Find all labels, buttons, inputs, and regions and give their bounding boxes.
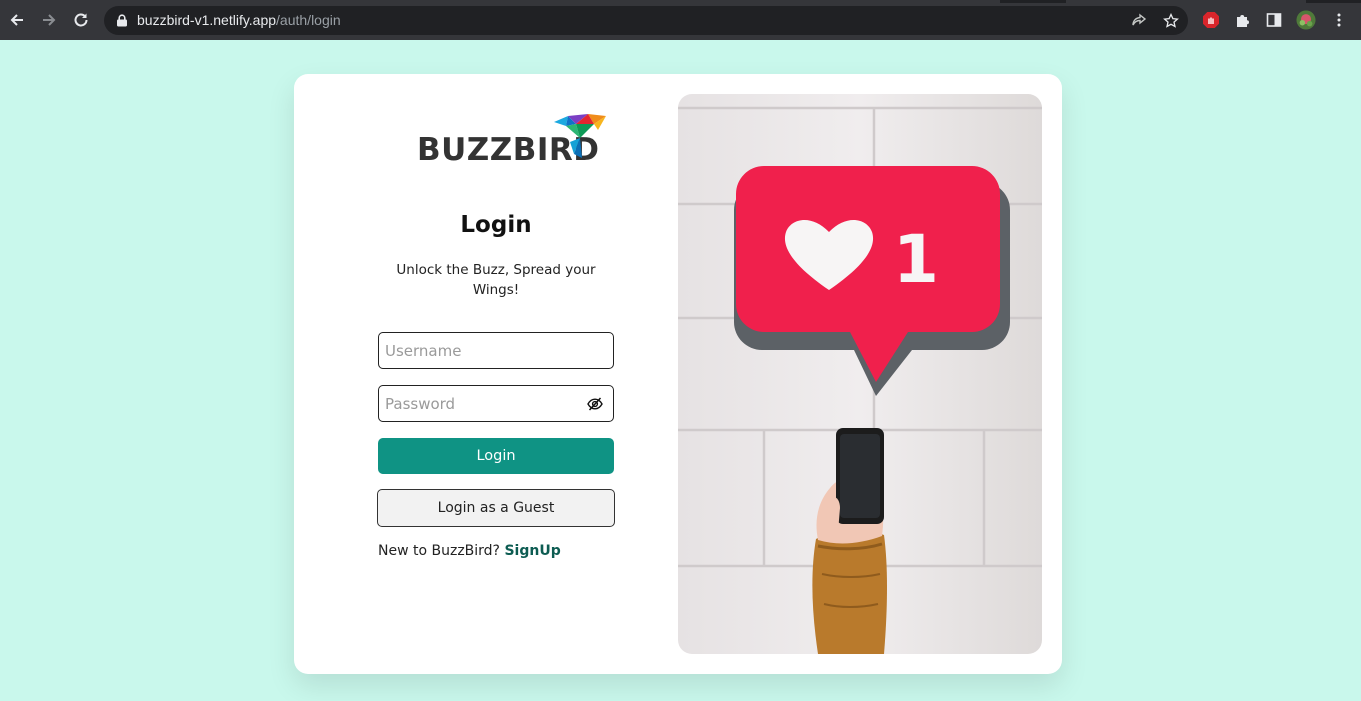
page-subtitle: Unlock the Buzz, Spread your Wings! — [396, 262, 596, 298]
forward-button[interactable] — [38, 9, 60, 31]
back-button[interactable] — [6, 9, 28, 31]
side-panel-icon — [1266, 13, 1282, 27]
signup-prompt: New to BuzzBird? SignUp — [378, 543, 561, 559]
share-button[interactable] — [1130, 12, 1148, 30]
extensions-button[interactable] — [1233, 10, 1253, 30]
lock-icon — [117, 14, 127, 27]
arrow-left-icon — [10, 14, 23, 26]
profile-button[interactable] — [1296, 10, 1316, 30]
buzzbird-logo: BUZZBIRD — [416, 112, 612, 168]
more-vert-icon — [1337, 13, 1341, 27]
bird-icon — [554, 114, 606, 158]
avatar — [1296, 10, 1316, 30]
guest-login-button[interactable]: Login as a Guest — [377, 489, 615, 527]
username-input[interactable] — [385, 333, 581, 368]
password-field — [378, 385, 614, 422]
arrow-right-icon — [43, 14, 56, 26]
signup-prompt-text: New to BuzzBird? — [378, 543, 500, 559]
password-input[interactable] — [385, 386, 581, 421]
hero-image: 1 — [678, 94, 1042, 654]
star-icon — [1163, 13, 1179, 28]
bookmark-button[interactable] — [1162, 12, 1180, 30]
puzzle-icon — [1237, 15, 1249, 27]
share-icon — [1132, 13, 1147, 26]
browser-toolbar: buzzbird-v1.netlify.app/auth/login — [0, 0, 1361, 40]
login-card: BUZZBIRD Login Unlock the Buzz, Spread y… — [294, 74, 1062, 674]
stop-hand-icon — [1203, 12, 1219, 28]
url-text: buzzbird-v1.netlify.app/auth/login — [137, 12, 341, 28]
signup-link[interactable]: SignUp — [504, 543, 560, 559]
username-field — [378, 332, 614, 369]
reload-icon — [74, 13, 88, 27]
eye-slash-icon[interactable] — [587, 396, 603, 412]
url-host: buzzbird-v1.netlify.app — [137, 12, 277, 28]
url-path: /auth/login — [276, 12, 341, 28]
login-button[interactable]: Login — [378, 438, 614, 474]
page-title: Login — [460, 212, 532, 238]
browser-menu-button[interactable] — [1329, 10, 1349, 30]
side-panel-button[interactable] — [1264, 10, 1284, 30]
reload-button[interactable] — [70, 9, 92, 31]
tab-strip — [0, 0, 1361, 3]
hero-illustration: 1 — [678, 94, 1042, 654]
address-bar[interactable]: buzzbird-v1.netlify.app/auth/login — [104, 6, 1188, 35]
extension-adblock-button[interactable] — [1201, 10, 1221, 30]
notification-count: 1 — [893, 221, 939, 298]
